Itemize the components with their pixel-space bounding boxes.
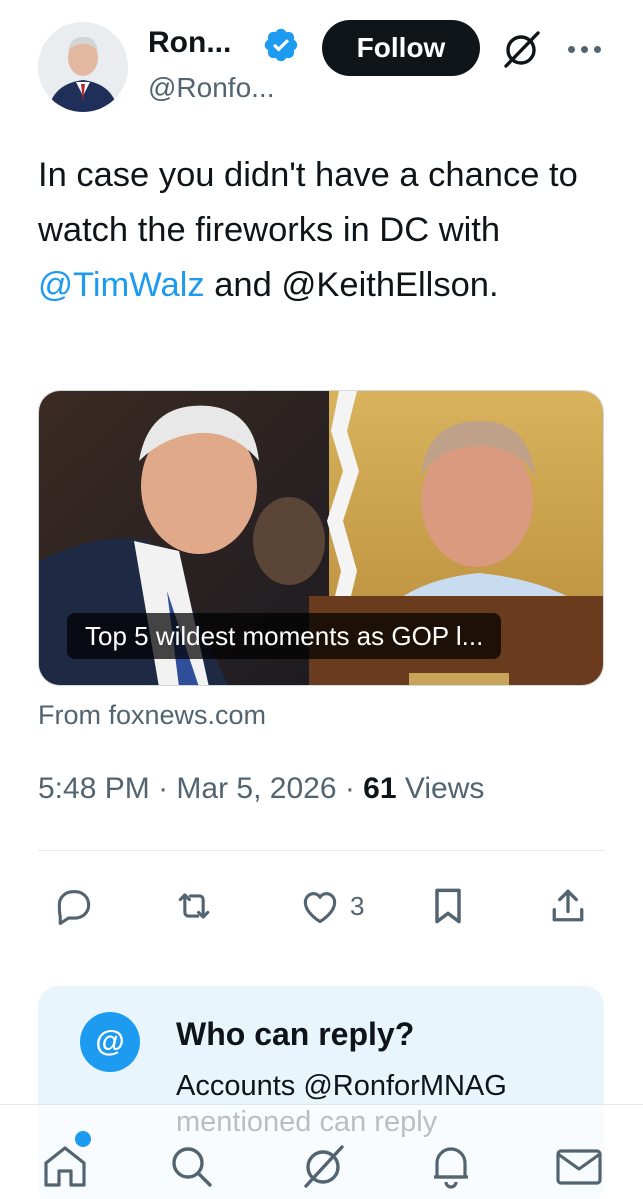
- verified-badge-icon: [262, 26, 300, 64]
- like-count: 3: [350, 890, 365, 921]
- tweet-text-part: and: [204, 266, 282, 304]
- tweet-text-part: .: [488, 266, 499, 304]
- notifications-icon[interactable]: [426, 1141, 476, 1191]
- link-card[interactable]: Top 5 wildest moments as GOP l...: [38, 390, 604, 686]
- grok-nav-icon[interactable]: [298, 1141, 348, 1191]
- tweet-text: In case you didn't have a chance to watc…: [38, 148, 618, 313]
- search-icon[interactable]: [166, 1141, 216, 1191]
- messages-icon[interactable]: [554, 1141, 604, 1191]
- repost-icon: [178, 893, 210, 919]
- views-count: 61: [363, 772, 397, 805]
- author-name[interactable]: Ron...: [148, 26, 231, 60]
- tweet-text-part: In case you didn't have a chance to watc…: [38, 156, 578, 249]
- at-icon: @: [80, 1012, 140, 1072]
- repost-button[interactable]: [172, 884, 216, 928]
- more-icon[interactable]: [564, 34, 604, 64]
- share-icon: [552, 889, 584, 922]
- reply-button[interactable]: [52, 884, 96, 928]
- reply-icon: [57, 890, 91, 925]
- mention-text: @KeithEllson: [281, 266, 489, 304]
- bookmark-icon: [435, 888, 461, 924]
- tweet-date[interactable]: Mar 5, 2026: [176, 772, 336, 805]
- card-caption: Top 5 wildest moments as GOP l...: [67, 613, 502, 659]
- views-label: Views: [396, 772, 485, 805]
- card-source[interactable]: From foxnews.com: [38, 700, 266, 731]
- bottom-nav: [0, 1104, 643, 1199]
- mention-link[interactable]: @TimWalz: [38, 266, 205, 304]
- meta-separator: ·: [149, 772, 177, 805]
- tweet-time: 5:48 PM: [38, 772, 150, 805]
- reply-title: Who can reply?: [176, 1016, 415, 1052]
- grok-icon[interactable]: [500, 28, 542, 70]
- tweet-meta: 5:48 PM · Mar 5, 2026 · 61 Views: [38, 772, 484, 806]
- share-button[interactable]: [546, 884, 590, 928]
- author-handle[interactable]: @Ronfo...: [148, 72, 274, 104]
- meta-separator: ·: [336, 772, 364, 805]
- like-button[interactable]: 3: [298, 884, 364, 928]
- divider: [38, 850, 604, 851]
- home-notification-dot: [75, 1131, 91, 1147]
- avatar[interactable]: [38, 22, 128, 112]
- like-icon: [303, 892, 337, 924]
- home-icon[interactable]: [40, 1141, 90, 1191]
- follow-button[interactable]: Follow: [322, 20, 480, 76]
- bookmark-button[interactable]: [426, 884, 470, 928]
